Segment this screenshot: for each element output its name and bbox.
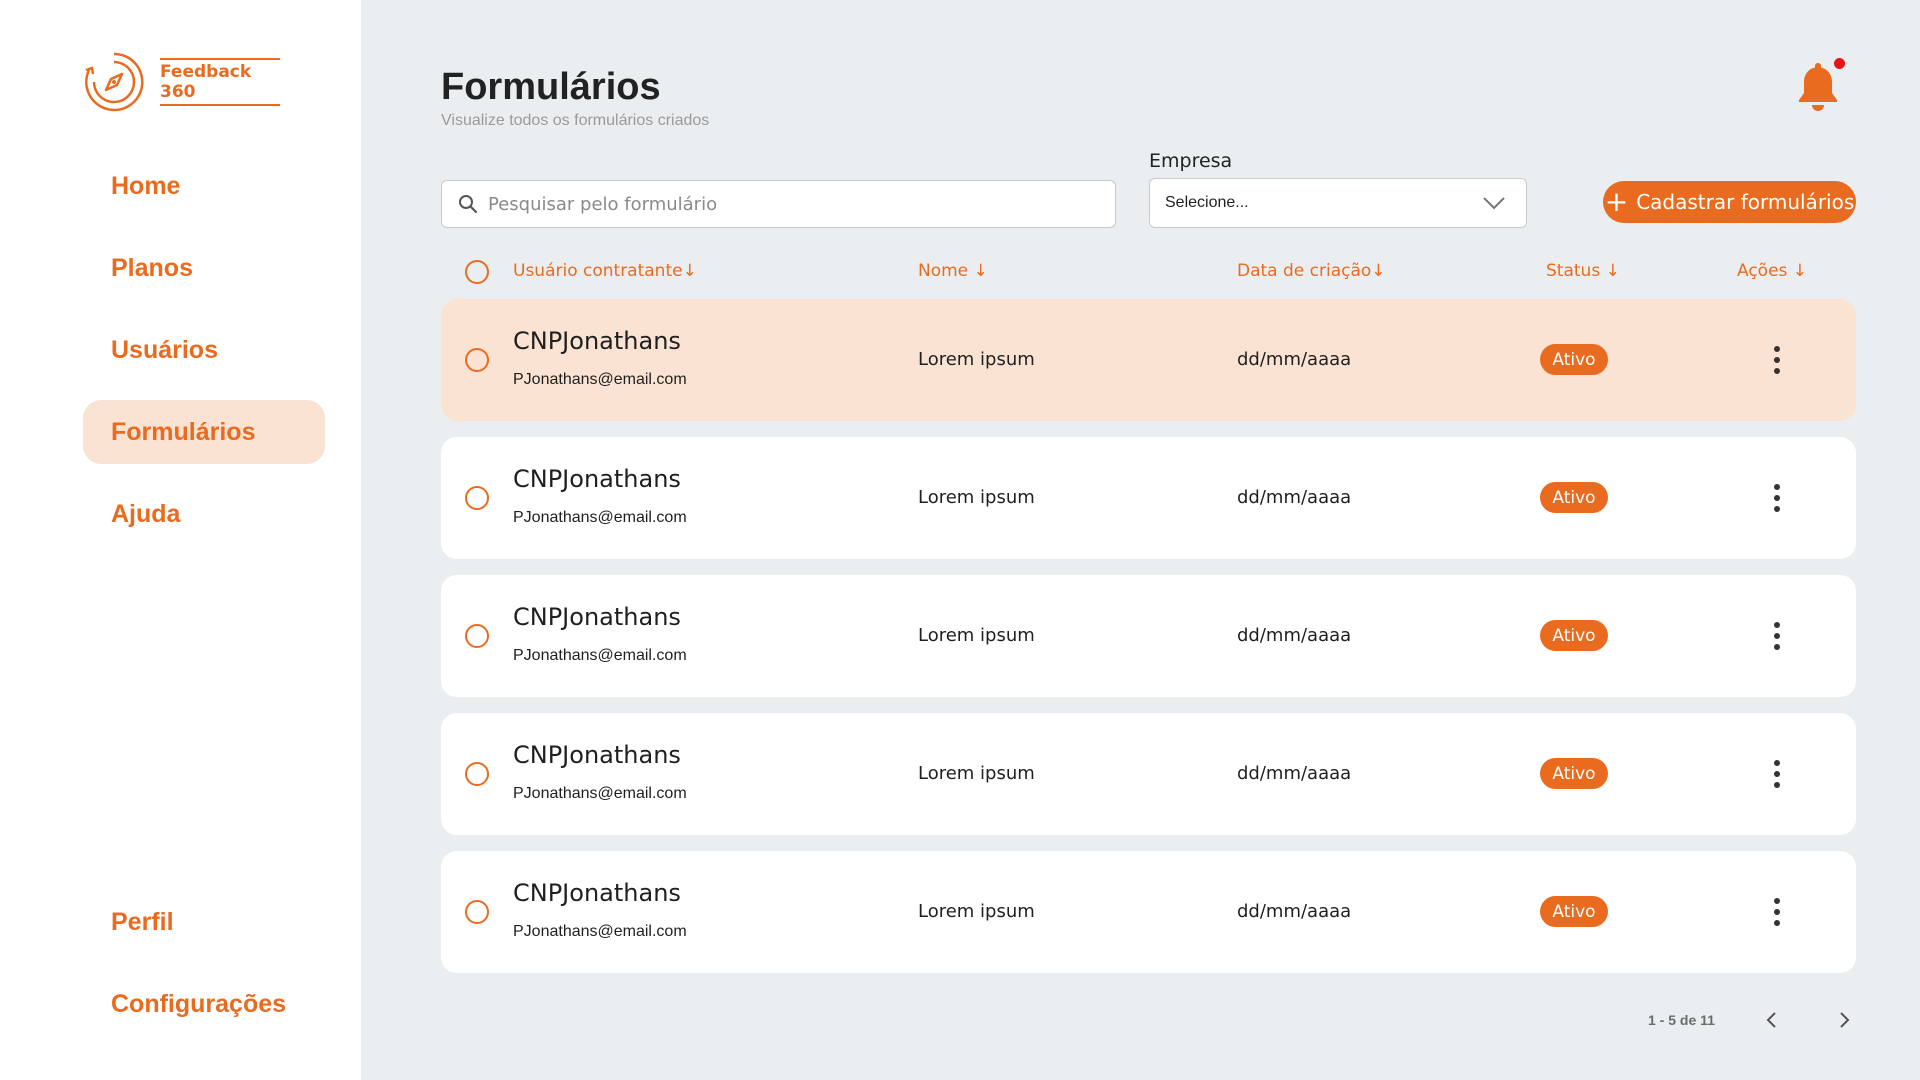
sidebar-item-home[interactable]: Home (83, 154, 325, 218)
table-row[interactable]: CNPJonathans PJonathans@email.com Lorem … (441, 437, 1856, 559)
sidebar-item-planos[interactable]: Planos (83, 236, 325, 300)
status-badge: Ativo (1540, 620, 1608, 651)
row-form-name: Lorem ipsum (918, 625, 1035, 646)
column-header-nome[interactable]: Nome ↓ (918, 261, 988, 281)
more-vertical-icon[interactable] (1770, 480, 1784, 516)
empresa-label: Empresa (1149, 150, 1233, 172)
table-row[interactable]: CNPJonathans PJonathans@email.com Lorem … (441, 299, 1856, 421)
row-select-radio[interactable] (465, 624, 489, 648)
row-user-name: CNPJonathans (513, 603, 681, 631)
plus-icon: + (1604, 185, 1629, 218)
column-header-acoes[interactable]: Ações ↓ (1737, 261, 1807, 281)
row-user-email: PJonathans@email.com (513, 923, 687, 940)
more-vertical-icon[interactable] (1770, 756, 1784, 792)
row-form-name: Lorem ipsum (918, 763, 1035, 784)
notification-dot (1834, 58, 1845, 69)
chevron-right-icon[interactable] (1832, 1008, 1856, 1032)
row-user-email: PJonathans@email.com (513, 647, 687, 664)
row-form-name: Lorem ipsum (918, 901, 1035, 922)
column-header-usuario-contratante[interactable]: Usuário contratante↓ (513, 261, 697, 281)
row-user-email: PJonathans@email.com (513, 785, 687, 802)
more-vertical-icon[interactable] (1770, 894, 1784, 930)
add-form-button[interactable]: + Cadastrar formulários (1603, 181, 1856, 223)
row-select-radio[interactable] (465, 348, 489, 372)
row-select-radio[interactable] (465, 762, 489, 786)
row-form-name: Lorem ipsum (918, 349, 1035, 370)
sidebar: Feedback 360 Home Planos Usuários Formul… (0, 0, 361, 1080)
row-created-date: dd/mm/aaaa (1237, 487, 1352, 508)
row-user-name: CNPJonathans (513, 879, 681, 907)
more-vertical-icon[interactable] (1770, 618, 1784, 654)
table-row[interactable]: CNPJonathans PJonathans@email.com Lorem … (441, 851, 1856, 973)
page-subtitle: Visualize todos os formulários criados (441, 112, 710, 129)
sidebar-item-configuracoes[interactable]: Configurações (83, 972, 325, 1036)
column-header-data-criacao[interactable]: Data de criação↓ (1237, 261, 1386, 281)
table-row[interactable]: CNPJonathans PJonathans@email.com Lorem … (441, 575, 1856, 697)
sidebar-item-perfil[interactable]: Perfil (83, 890, 325, 954)
pagination-range: 1 - 5 de 11 (1648, 1012, 1715, 1028)
empresa-select-value: Selecione... (1165, 194, 1249, 211)
row-user-name: CNPJonathans (513, 465, 681, 493)
compass-logo-icon (85, 52, 144, 112)
search-field[interactable] (441, 180, 1116, 228)
select-all-radio[interactable] (465, 260, 489, 284)
row-created-date: dd/mm/aaaa (1237, 763, 1352, 784)
chevron-down-icon (1483, 197, 1505, 210)
row-created-date: dd/mm/aaaa (1237, 901, 1352, 922)
add-form-button-label: Cadastrar formulários (1636, 190, 1855, 214)
bell-icon[interactable] (1796, 60, 1840, 112)
page-title: Formulários (441, 66, 661, 108)
chevron-left-icon[interactable] (1760, 1008, 1784, 1032)
sidebar-item-formularios[interactable]: Formulários (83, 400, 325, 464)
empresa-select[interactable]: Selecione... (1149, 178, 1527, 228)
status-badge: Ativo (1540, 758, 1608, 789)
logo-text: Feedback 360 (160, 58, 280, 106)
column-header-status[interactable]: Status ↓ (1546, 261, 1620, 281)
table-header: Usuário contratante↓ Nome ↓ Data de cria… (441, 258, 1856, 286)
sidebar-item-ajuda[interactable]: Ajuda (83, 482, 325, 546)
row-select-radio[interactable] (465, 900, 489, 924)
row-user-email: PJonathans@email.com (513, 509, 687, 526)
row-created-date: dd/mm/aaaa (1237, 625, 1352, 646)
search-icon (459, 195, 478, 214)
status-badge: Ativo (1540, 896, 1608, 927)
app-logo[interactable]: Feedback 360 (80, 48, 280, 116)
search-input[interactable] (488, 193, 1088, 215)
row-select-radio[interactable] (465, 486, 489, 510)
row-form-name: Lorem ipsum (918, 487, 1035, 508)
row-created-date: dd/mm/aaaa (1237, 349, 1352, 370)
row-user-name: CNPJonathans (513, 327, 681, 355)
row-user-email: PJonathans@email.com (513, 371, 687, 388)
status-badge: Ativo (1540, 344, 1608, 375)
row-user-name: CNPJonathans (513, 741, 681, 769)
table-row[interactable]: CNPJonathans PJonathans@email.com Lorem … (441, 713, 1856, 835)
more-vertical-icon[interactable] (1770, 342, 1784, 378)
sidebar-item-usuarios[interactable]: Usuários (83, 318, 325, 382)
status-badge: Ativo (1540, 482, 1608, 513)
